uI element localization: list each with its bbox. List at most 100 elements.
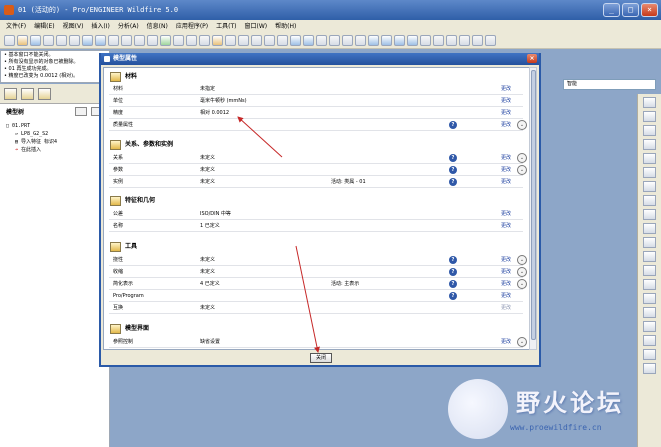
print-icon[interactable] (43, 35, 54, 46)
paste-special-icon[interactable] (147, 35, 158, 46)
help-icon[interactable]: ? (449, 268, 457, 276)
spin-center-icon[interactable] (251, 35, 262, 46)
sketch-icon[interactable] (212, 35, 223, 46)
close-window-button[interactable]: × (641, 3, 658, 17)
pattern-tool-icon[interactable] (643, 335, 656, 346)
help-icon[interactable]: ? (449, 166, 457, 174)
datum-plane-tool-icon[interactable] (643, 97, 656, 108)
layers-icon[interactable] (355, 35, 366, 46)
help-icon[interactable]: ? (449, 292, 457, 300)
menu-tools[interactable]: 工具(T) (216, 20, 236, 33)
change-names-link[interactable]: 更改 (501, 221, 511, 232)
datum-point-tool-icon[interactable] (643, 139, 656, 150)
save-icon[interactable] (30, 35, 41, 46)
selection-filter-dropdown[interactable]: 智能 (563, 79, 656, 90)
zoom-in-icon[interactable] (290, 35, 301, 46)
menu-help[interactable]: 帮助(H) (275, 20, 296, 33)
maximize-button[interactable]: □ (622, 3, 639, 17)
menu-insert[interactable]: 插入(I) (91, 20, 109, 33)
select-box-icon[interactable] (186, 35, 197, 46)
change-units-link[interactable]: 更改 (501, 96, 511, 107)
context-help-icon[interactable] (485, 35, 496, 46)
help-icon[interactable]: ? (449, 178, 457, 186)
datum-axes-toggle-icon[interactable] (446, 35, 457, 46)
enhanced-realism-icon[interactable] (420, 35, 431, 46)
menu-file[interactable]: 文件(F) (6, 20, 26, 33)
change-tolerance-link[interactable]: 更改 (501, 209, 511, 220)
datum-plane-icon[interactable] (225, 35, 236, 46)
copy-icon[interactable] (121, 35, 132, 46)
zoom-out-icon[interactable] (303, 35, 314, 46)
tree-settings-icon[interactable] (75, 107, 87, 116)
no-hidden-icon[interactable] (394, 35, 405, 46)
change-relations-link[interactable]: 更改 (501, 153, 511, 164)
appearance-icon[interactable] (264, 35, 275, 46)
minimize-button[interactable]: _ (603, 3, 620, 17)
open-folder-icon[interactable] (17, 35, 28, 46)
change-instances-link[interactable]: 更改 (501, 177, 511, 188)
undo-icon[interactable] (82, 35, 93, 46)
menu-edit[interactable]: 编辑(E) (34, 20, 54, 33)
tree-item-insert-here[interactable]: ➔ 在此插入 (6, 146, 103, 154)
sweep-tool-icon[interactable] (643, 209, 656, 220)
tree-item-part[interactable]: □ 01.PRT (6, 122, 103, 130)
datum-curve-tool-icon[interactable] (643, 125, 656, 136)
tree-item-import-feature[interactable]: ▤ 导入特征 标识4 (6, 138, 103, 146)
wireframe-icon[interactable] (368, 35, 379, 46)
change-interchange-link[interactable]: 更改 (501, 303, 511, 314)
mail-icon[interactable] (56, 35, 67, 46)
dialog-scrollbar[interactable] (529, 67, 537, 350)
help-icon[interactable]: ? (449, 256, 457, 264)
change-material-link[interactable]: 更改 (501, 84, 511, 95)
regen-model-icon[interactable] (160, 35, 171, 46)
expand-chevron-icon[interactable]: ⌄ (517, 337, 527, 347)
scrollbar-thumb[interactable] (531, 70, 536, 340)
menu-applications[interactable]: 应用程序(P) (176, 20, 208, 33)
shading-icon[interactable] (407, 35, 418, 46)
expand-chevron-icon[interactable]: ⌄ (517, 279, 527, 289)
datum-planes-toggle-icon[interactable] (433, 35, 444, 46)
hidden-line-icon[interactable] (381, 35, 392, 46)
menu-window[interactable]: 窗口(W) (245, 20, 268, 33)
favorites-tab-icon[interactable] (38, 88, 51, 100)
redo-icon[interactable] (95, 35, 106, 46)
draft-tool-icon[interactable] (643, 279, 656, 290)
repaint-icon[interactable] (199, 35, 210, 46)
cut-icon[interactable] (108, 35, 119, 46)
change-pro-program-link[interactable]: 更改 (501, 291, 511, 302)
change-reference-control-link[interactable]: 更改 (501, 337, 511, 348)
menu-info[interactable]: 信息(N) (147, 20, 168, 33)
datum-axis-tool-icon[interactable] (643, 111, 656, 122)
change-flexibility-link[interactable]: 更改 (501, 255, 511, 266)
model-tree-tab-icon[interactable] (4, 88, 17, 100)
revolve-tool-icon[interactable] (643, 195, 656, 206)
datum-axis-icon[interactable] (238, 35, 249, 46)
help-icon[interactable]: ? (449, 280, 457, 288)
expand-chevron-icon[interactable]: ⌄ (517, 120, 527, 130)
round-tool-icon[interactable] (643, 293, 656, 304)
change-simplified-reps-link[interactable]: 更改 (501, 279, 511, 290)
paste-icon[interactable] (134, 35, 145, 46)
expand-chevron-icon[interactable]: ⌄ (517, 267, 527, 277)
hole-tool-icon[interactable] (643, 237, 656, 248)
dialog-close-button[interactable]: 关闭 (310, 353, 332, 363)
menu-view[interactable]: 视图(V) (63, 20, 84, 33)
chamfer-tool-icon[interactable] (643, 307, 656, 318)
change-shrinkage-link[interactable]: 更改 (501, 267, 511, 278)
datum-points-toggle-icon[interactable] (459, 35, 470, 46)
tree-item-layer[interactable]: ▱ LP8_G2_S2 (6, 130, 103, 138)
extrude-tool-icon[interactable] (643, 181, 656, 192)
menu-analysis[interactable]: 分析(A) (118, 20, 139, 33)
orient-icon[interactable] (277, 35, 288, 46)
change-mass-properties-link[interactable]: 更改 (501, 120, 511, 131)
sketch-tool-icon[interactable] (643, 167, 656, 178)
trim-tool-icon[interactable] (643, 363, 656, 374)
reorient-icon[interactable] (329, 35, 340, 46)
mirror-tool-icon[interactable] (643, 321, 656, 332)
change-accuracy-link[interactable]: 更改 (501, 108, 511, 119)
blend-tool-icon[interactable] (643, 223, 656, 234)
folder-browser-tab-icon[interactable] (21, 88, 34, 100)
merge-tool-icon[interactable] (643, 349, 656, 360)
find-icon[interactable] (173, 35, 184, 46)
regenerate-icon[interactable] (69, 35, 80, 46)
